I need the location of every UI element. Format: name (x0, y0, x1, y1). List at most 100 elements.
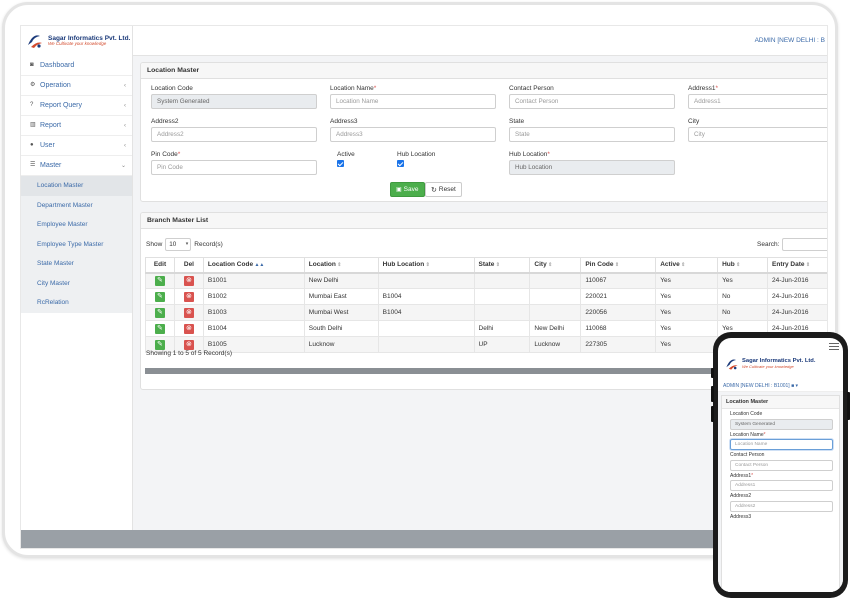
city-label: City (688, 118, 700, 125)
sort-icon: ⇕ (424, 262, 430, 269)
delete-icon[interactable]: ⊗ (183, 339, 194, 350)
submenu-item-department-master[interactable]: Department Master (21, 196, 132, 216)
search-input[interactable] (782, 238, 827, 251)
table-cell (473, 272, 531, 289)
column-header: Edit (145, 257, 175, 274)
sidebar-item-dashboard[interactable]: ◙ Dashboard (21, 56, 132, 76)
submenu-item-city-master[interactable]: City Master (21, 274, 132, 294)
table-cell: Delhi (473, 320, 531, 337)
phone-field: Address3 (722, 512, 839, 520)
sidebar-item-report-query[interactable]: ? Report Query ‹ (21, 96, 132, 116)
phone-input-address1[interactable]: Address1 (730, 480, 833, 491)
sort-icon: ⇕ (335, 262, 342, 269)
sidebar-item-master[interactable]: ☰ Master ⌄ (21, 156, 132, 176)
phone-input-location-name[interactable]: Location Name (730, 439, 833, 450)
contact-person-input[interactable]: Contact Person (509, 94, 675, 109)
edit-icon[interactable]: ✎ (154, 339, 165, 350)
table-cell: 227305 (580, 336, 657, 353)
edit-icon[interactable]: ✎ (154, 307, 165, 318)
city-input[interactable]: City (688, 127, 827, 142)
column-header[interactable]: Hub Location ⇕ (377, 257, 475, 274)
column-header[interactable]: Pin Code ⇕ (580, 257, 657, 274)
chevron-icon: ‹ (124, 82, 126, 89)
table-cell: No (717, 288, 769, 305)
sagar-logo-icon (28, 35, 42, 48)
hub-location-checkbox[interactable] (397, 160, 404, 167)
table-cell: Mumbai East (303, 288, 379, 305)
table-cell: New Delhi (529, 320, 582, 337)
phone-brand-logo[interactable]: Sagar Informatics Pvt. Ltd. We Cultivate… (724, 356, 815, 372)
phone-field: Location Name* Location Name (722, 430, 839, 450)
delete-icon[interactable]: ⊗ (183, 291, 194, 302)
table-cell: South Delhi (303, 320, 379, 337)
gear-icon: ⚙ (30, 82, 36, 88)
page-size-select[interactable]: 10 (165, 238, 192, 251)
address2-input[interactable]: Address2 (151, 127, 317, 142)
sidebar-item-operation[interactable]: ⚙ Operation ‹ (21, 76, 132, 96)
sidebar-item-label: Report (40, 122, 62, 129)
column-header[interactable]: Entry Date ⇕ (767, 257, 827, 274)
delete-icon[interactable]: ⊗ (183, 275, 194, 286)
location-name-input[interactable]: Location Name (330, 94, 496, 109)
stage: Sagar Informatics Pvt. Ltd. We Cultivate… (0, 0, 850, 600)
bar-chart-icon: ▥ (30, 122, 36, 128)
hamburger-menu-icon[interactable] (829, 343, 839, 351)
users-icon: ● (30, 142, 34, 148)
column-header[interactable]: Active ⇕ (655, 257, 719, 274)
sidebar-item-report[interactable]: ▥ Report ‹ (21, 116, 132, 136)
reset-button[interactable]: ↻ Reset (425, 182, 462, 197)
table-row: ✎ ⊗ B1003 Mumbai West B1004 220056 Yes No 24-Jun… (145, 304, 827, 321)
column-header[interactable]: State ⇕ (473, 257, 531, 274)
location-name-label: Location Name* (330, 85, 377, 92)
sidebar-item-label: Operation (40, 82, 71, 89)
delete-icon[interactable]: ⊗ (183, 323, 194, 334)
sidebar-item-label: Master (40, 162, 62, 169)
edit-icon[interactable]: ✎ (154, 323, 165, 334)
hub-location-checkbox-label: Hub Location (397, 151, 436, 158)
edit-icon[interactable]: ✎ (154, 275, 165, 286)
submenu-item-location-master[interactable]: Location Master (21, 176, 132, 196)
submenu-item-employee-type-master[interactable]: Employee Type Master (21, 235, 132, 255)
phone-side-button (711, 368, 714, 378)
sidebar-item-label: User (40, 142, 55, 149)
table-cell: 220021 (580, 288, 657, 305)
brand-logo[interactable]: Sagar Informatics Pvt. Ltd. We Cultivate… (21, 26, 132, 56)
sidebar-item-user[interactable]: ● User ‹ (21, 136, 132, 156)
submenu-item-rcrelation[interactable]: RcRelation (21, 293, 132, 313)
phone-field-label: Address3 (730, 513, 752, 520)
column-header[interactable]: Hub ⇕ (717, 257, 769, 274)
search-control: Search: (757, 238, 827, 251)
column-header[interactable]: Location Code ▲▲ (202, 257, 305, 274)
sidebar-item-label: Report Query (40, 102, 83, 109)
sidebar-item-label: Dashboard (40, 62, 75, 69)
phone-input-contact-person[interactable]: Contact Person (730, 459, 833, 471)
panel-title: Location Master (141, 63, 827, 79)
phone-user-menu[interactable]: ADMIN [NEW DELHI : B1001] ■ ▾ (718, 380, 843, 392)
table-cell (473, 288, 531, 305)
active-label: Active (337, 151, 355, 158)
column-header[interactable]: Location ⇕ (303, 257, 379, 274)
phone-field-label: Location Code (730, 411, 763, 417)
screen-footer-bar (21, 530, 827, 548)
phone-input-address2[interactable]: Address2 (730, 500, 833, 512)
column-header[interactable]: City ⇕ (529, 257, 582, 274)
table-cell: Mumbai West (303, 304, 379, 321)
active-checkbox[interactable] (337, 160, 344, 167)
phone-field-label: Address1* (730, 472, 754, 479)
column-header: Del (173, 257, 204, 274)
delete-icon[interactable]: ⊗ (183, 307, 194, 318)
table-cell (529, 288, 582, 305)
address3-input[interactable]: Address3 (330, 127, 496, 142)
user-menu[interactable]: ADMIN [NEW DELHI : B (755, 37, 825, 44)
edit-icon[interactable]: ✎ (154, 291, 165, 302)
pin-code-input[interactable]: Pin Code (151, 160, 317, 175)
table-cell: Yes (655, 288, 719, 305)
save-button[interactable]: ▣ Save (390, 182, 425, 197)
state-input[interactable]: State (509, 127, 675, 142)
table-cell (529, 304, 582, 321)
submenu-item-employee-master[interactable]: Employee Master (21, 215, 132, 235)
table-cell (377, 272, 475, 289)
phone-field: Address1* Address1 (722, 471, 839, 491)
address1-input[interactable]: Address1 (688, 94, 827, 109)
submenu-item-state-master[interactable]: State Master (21, 254, 132, 274)
